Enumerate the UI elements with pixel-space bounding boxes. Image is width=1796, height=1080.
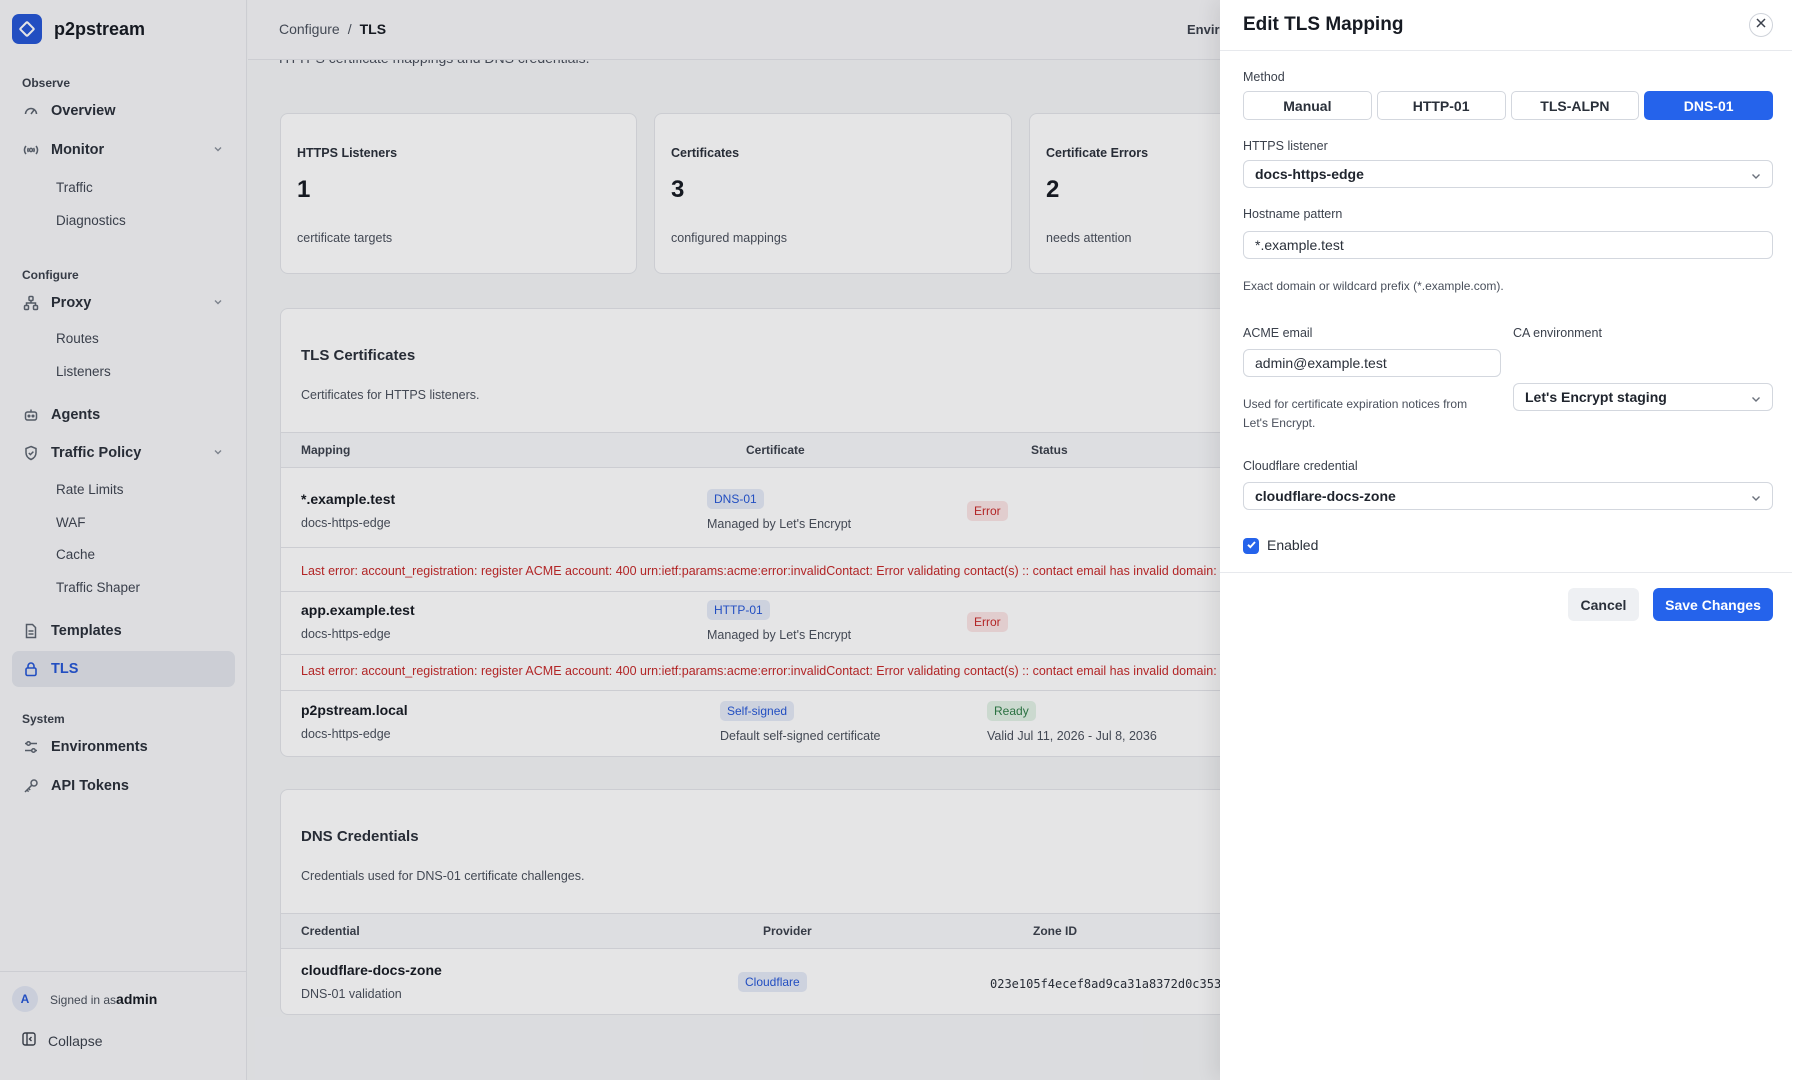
ca-environment-select[interactable]: Let's Encrypt staging <box>1513 383 1773 411</box>
ca-environment-label: CA environment <box>1513 326 1602 340</box>
https-listener-label: HTTPS listener <box>1243 139 1328 153</box>
save-changes-button[interactable]: Save Changes <box>1653 588 1773 621</box>
chevron-down-icon <box>1750 491 1762 507</box>
enabled-label[interactable]: Enabled <box>1267 537 1318 553</box>
acme-email-help-text: Used for certificate expiration notices … <box>1243 397 1468 430</box>
https-listener-value: docs-https-edge <box>1255 166 1364 182</box>
cloudflare-credential-value: cloudflare-docs-zone <box>1255 488 1396 504</box>
acme-email-label: ACME email <box>1243 326 1313 340</box>
enabled-checkbox[interactable] <box>1243 538 1259 554</box>
cloudflare-credential-select[interactable]: cloudflare-docs-zone <box>1243 482 1773 510</box>
method-label: Method <box>1243 70 1285 84</box>
modal-backdrop[interactable] <box>0 0 1220 1080</box>
hostname-pattern-input[interactable]: *.example.test <box>1243 231 1773 259</box>
method-option-tls-alpn[interactable]: TLS-ALPN <box>1510 91 1640 120</box>
edit-tls-mapping-drawer: Edit TLS Mapping Method Manual HTTP-01 T… <box>1220 0 1796 1080</box>
cloudflare-credential-label: Cloudflare credential <box>1243 459 1358 473</box>
acme-email-input[interactable]: admin@example.test <box>1243 349 1501 377</box>
chevron-down-icon <box>1750 392 1762 408</box>
ca-environment-value: Let's Encrypt staging <box>1525 389 1667 405</box>
drawer-divider <box>1220 572 1792 573</box>
method-segmented-control: Manual HTTP-01 TLS-ALPN DNS-01 <box>1243 91 1773 120</box>
chevron-down-icon <box>1750 169 1762 185</box>
method-option-dns-01[interactable]: DNS-01 <box>1644 91 1773 120</box>
close-icon <box>1755 16 1767 34</box>
checkmark-icon <box>1246 537 1257 555</box>
hostname-pattern-label: Hostname pattern <box>1243 207 1343 221</box>
method-option-manual[interactable]: Manual <box>1243 91 1372 120</box>
drawer-divider <box>1220 50 1792 51</box>
drawer-title: Edit TLS Mapping <box>1243 14 1404 35</box>
cancel-button[interactable]: Cancel <box>1568 588 1639 621</box>
method-option-http-01[interactable]: HTTP-01 <box>1376 91 1506 120</box>
https-listener-select[interactable]: docs-https-edge <box>1243 160 1773 188</box>
close-button[interactable] <box>1749 13 1773 37</box>
hostname-help-text: Exact domain or wildcard prefix (*.examp… <box>1243 279 1504 293</box>
